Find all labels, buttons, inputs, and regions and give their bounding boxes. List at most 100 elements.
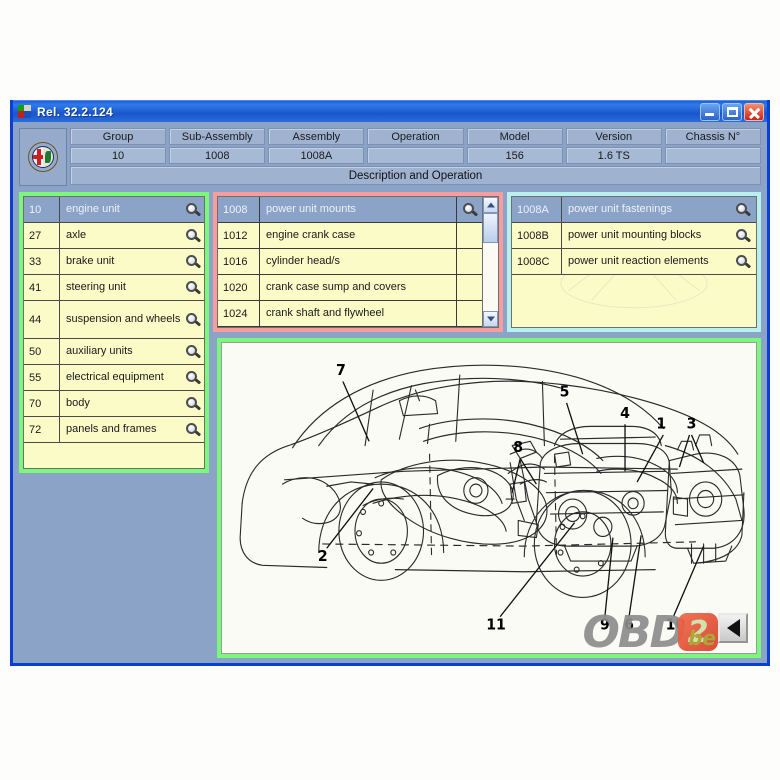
callout-8: 8 <box>513 440 523 456</box>
header-val-assembly[interactable]: 1008A <box>268 147 365 164</box>
group-row-72[interactable]: 72 panels and frames <box>24 417 204 443</box>
assembly-row-1008C[interactable]: 1008C power unit reaction elements <box>512 249 756 275</box>
group-magnifier-icon[interactable] <box>182 344 204 359</box>
assembly-code: 1008A <box>512 197 562 222</box>
assembly-list: 1008A power unit fastenings 1008B power … <box>512 197 756 327</box>
sub-assembly-magnifier-icon[interactable] <box>456 275 482 300</box>
sub-assembly-row-1024[interactable]: 1024 crank shaft and flywheel <box>218 301 482 327</box>
left-arrow-icon <box>726 619 740 637</box>
sub-assembly-code: 1012 <box>218 223 260 248</box>
header-table: Group Sub-Assembly Assembly Operation Mo… <box>19 128 761 186</box>
group-label: auxiliary units <box>66 344 133 357</box>
assembly-listbox[interactable]: 1008A power unit fastenings 1008B power … <box>511 196 757 328</box>
callout-1: 1 <box>656 416 666 432</box>
sub-assembly-magnifier-icon[interactable] <box>456 223 482 248</box>
sub-assembly-row-1016[interactable]: 1016 cylinder head/s <box>218 249 482 275</box>
scroll-track[interactable] <box>483 213 498 311</box>
sub-assembly-label: engine crank case <box>266 228 356 241</box>
group-list: 10 engine unit 27 axle 33 brake unit 41 … <box>24 197 204 468</box>
sub-assembly-row-1012[interactable]: 1012 engine crank case <box>218 223 482 249</box>
group-panel: 10 engine unit 27 axle 33 brake unit 41 … <box>19 192 209 473</box>
window-title: Rel. 32.2.124 <box>37 104 113 119</box>
scroll-down-button[interactable] <box>483 311 498 327</box>
header-val-sub-assembly[interactable]: 1008 <box>169 147 266 164</box>
sub-assembly-scrollbar[interactable] <box>482 197 498 327</box>
sub-assembly-listbox[interactable]: 1008 power unit mounts 1012 engine crank… <box>217 196 499 328</box>
sub-assembly-label: cylinder head/s <box>266 254 340 267</box>
group-code: 41 <box>24 275 60 300</box>
assembly-magnifier-icon[interactable] <box>730 254 756 269</box>
header-col-model: Model <box>466 128 563 145</box>
sub-assembly-label: crank case sump and covers <box>266 280 407 293</box>
sub-assembly-row-1008[interactable]: 1008 power unit mounts <box>218 197 482 223</box>
minimize-button[interactable] <box>700 103 720 121</box>
group-magnifier-icon[interactable] <box>182 228 204 243</box>
app-icon <box>17 104 32 119</box>
callout-5: 5 <box>560 384 570 400</box>
group-row-44[interactable]: 44 suspension and wheels <box>24 301 204 339</box>
callout-7: 7 <box>336 363 346 379</box>
assembly-panel: 1008A power unit fastenings 1008B power … <box>507 192 761 332</box>
header-value-row: 10 1008 1008A 156 1.6 TS <box>70 147 761 164</box>
group-label: steering unit <box>66 280 126 293</box>
sub-assembly-label: crank shaft and flywheel <box>266 306 385 319</box>
group-label: axle <box>66 228 87 241</box>
sub-assembly-code: 1024 <box>218 301 260 326</box>
scroll-up-button[interactable] <box>483 197 498 213</box>
close-button[interactable] <box>744 103 764 121</box>
assembly-row-1008B[interactable]: 1008B power unit mounting blocks <box>512 223 756 249</box>
group-magnifier-icon[interactable] <box>182 280 204 295</box>
group-row-33[interactable]: 33 brake unit <box>24 249 204 275</box>
header-val-chassis[interactable] <box>664 147 761 164</box>
group-code: 50 <box>24 339 60 364</box>
assembly-label: power unit reaction elements <box>568 254 709 267</box>
sub-assembly-magnifier-icon[interactable] <box>456 249 482 274</box>
group-code: 33 <box>24 249 60 274</box>
scroll-thumb[interactable] <box>483 213 498 243</box>
window-body: Group Sub-Assembly Assembly Operation Mo… <box>13 122 767 663</box>
group-code: 55 <box>24 365 60 390</box>
window-controls <box>700 103 764 121</box>
sub-assembly-code: 1020 <box>218 275 260 300</box>
header-val-model[interactable]: 156 <box>466 147 563 164</box>
sub-assembly-list: 1008 power unit mounts 1012 engine crank… <box>218 197 482 327</box>
sub-assembly-magnifier-icon[interactable] <box>456 197 482 222</box>
assembly-label: power unit fastenings <box>568 202 672 215</box>
group-row-55[interactable]: 55 electrical equipment <box>24 365 204 391</box>
maximize-button[interactable] <box>722 103 742 121</box>
sub-assembly-magnifier-icon[interactable] <box>456 301 482 326</box>
group-magnifier-icon[interactable] <box>182 312 204 327</box>
group-row-27[interactable]: 27 axle <box>24 223 204 249</box>
group-code: 44 <box>24 301 60 338</box>
header-column-row: Group Sub-Assembly Assembly Operation Mo… <box>70 128 761 145</box>
assembly-magnifier-icon[interactable] <box>730 202 756 217</box>
header-col-group: Group <box>70 128 167 145</box>
callout-6: 6 <box>624 617 634 633</box>
group-row-41[interactable]: 41 steering unit <box>24 275 204 301</box>
group-code: 72 <box>24 417 60 442</box>
group-magnifier-icon[interactable] <box>182 396 204 411</box>
power-unit-fastenings-diagram[interactable]: 7 2 5 4 1 3 8 11 9 6 10 OBD 2 be <box>221 342 757 654</box>
assembly-row-1008A[interactable]: 1008A power unit fastenings <box>512 197 756 223</box>
group-listbox[interactable]: 10 engine unit 27 axle 33 brake unit 41 … <box>23 196 205 469</box>
assembly-code: 1008B <box>512 223 562 248</box>
group-magnifier-icon[interactable] <box>182 202 204 217</box>
group-magnifier-icon[interactable] <box>182 370 204 385</box>
group-code: 27 <box>24 223 60 248</box>
group-row-50[interactable]: 50 auxiliary units <box>24 339 204 365</box>
header-val-group[interactable]: 10 <box>70 147 167 164</box>
group-magnifier-icon[interactable] <box>182 254 204 269</box>
header-val-operation[interactable] <box>367 147 464 164</box>
group-row-10[interactable]: 10 engine unit <box>24 197 204 223</box>
lists-row: 10 engine unit 27 axle 33 brake unit 41 … <box>19 192 761 473</box>
sub-assembly-code: 1008 <box>218 197 260 222</box>
assembly-magnifier-icon[interactable] <box>730 228 756 243</box>
group-magnifier-icon[interactable] <box>182 422 204 437</box>
callout-2: 2 <box>318 549 328 565</box>
header-col-operation: Operation <box>367 128 464 145</box>
header-val-version[interactable]: 1.6 TS <box>565 147 662 164</box>
back-button[interactable] <box>718 613 748 643</box>
sub-assembly-row-1020[interactable]: 1020 crank case sump and covers <box>218 275 482 301</box>
callout-3: 3 <box>687 416 697 432</box>
group-row-70[interactable]: 70 body <box>24 391 204 417</box>
